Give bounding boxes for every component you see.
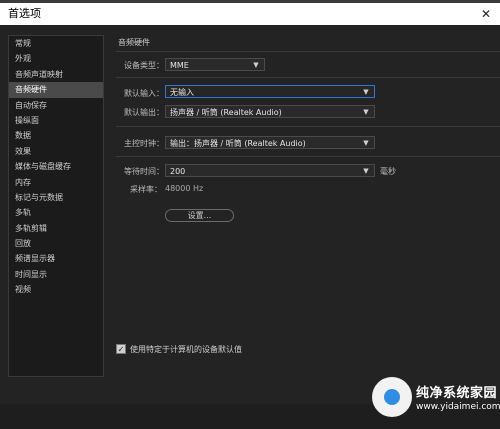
title-bar: 首选项 ✕ (0, 3, 500, 25)
sample-rate-value: 48000 Hz (165, 184, 204, 193)
sidebar-item-audio-channel-mapping[interactable]: 音频声道映射 (9, 67, 103, 82)
row-divider (116, 156, 500, 157)
sidebar-item-markers-metadata[interactable]: 标记与元数据 (9, 190, 103, 205)
watermark-logo-dot (384, 389, 400, 405)
chevron-down-icon: ▼ (253, 61, 259, 69)
use-computer-defaults-checkbox[interactable]: ✓ (116, 344, 126, 354)
sidebar-item-video[interactable]: 视频 (9, 282, 103, 297)
master-clock-select[interactable]: 输出：扬声器 / 听筒 (Realtek Audio) ▼ (165, 136, 375, 149)
sidebar-item-spectral-display[interactable]: 频谱显示器 (9, 251, 103, 266)
chevron-down-icon: ▼ (363, 88, 369, 96)
master-clock-value: 输出：扬声器 / 听筒 (Realtek Audio) (170, 139, 306, 148)
sidebar-item-effects[interactable]: 效果 (9, 144, 103, 159)
sidebar-item-appearance[interactable]: 外观 (9, 51, 103, 66)
sidebar-item-time-display[interactable]: 时间显示 (9, 267, 103, 282)
preferences-client: 常规 外观 音频声道映射 音频硬件 自动保存 操纵面 数据 效果 媒体与磁盘缓存… (0, 25, 500, 417)
sidebar-item-multitrack[interactable]: 多轨 (9, 205, 103, 220)
latency-unit: 毫秒 (380, 167, 396, 176)
section-title: 音频硬件 (118, 38, 150, 47)
settings-button[interactable]: 设置... (165, 209, 234, 222)
use-computer-defaults-label: 使用特定于计算机的设备默认值 (130, 345, 242, 354)
default-input-value: 无输入 (170, 88, 194, 97)
site-watermark: 纯净系统家园 www.yidaimei.com (364, 369, 500, 429)
sidebar-item-multitrack-clips[interactable]: 多轨剪辑 (9, 221, 103, 236)
master-clock-label: 主控时钟： (124, 139, 164, 148)
chevron-down-icon: ▼ (363, 167, 369, 175)
device-type-select[interactable]: MME ▼ (165, 58, 265, 71)
preferences-sidebar: 常规 外观 音频声道映射 音频硬件 自动保存 操纵面 数据 效果 媒体与磁盘缓存… (8, 35, 104, 377)
device-type-value: MME (170, 61, 189, 70)
chevron-down-icon: ▼ (363, 108, 369, 116)
row-divider (116, 77, 500, 78)
watermark-logo (372, 377, 412, 417)
sidebar-item-media-cache[interactable]: 媒体与磁盘缓存 (9, 159, 103, 174)
default-output-select[interactable]: 扬声器 / 听筒 (Realtek Audio) ▼ (165, 105, 375, 118)
sidebar-item-autosave[interactable]: 自动保存 (9, 98, 103, 113)
sidebar-item-audio-hardware[interactable]: 音频硬件 (9, 82, 103, 98)
sidebar-item-control-surface[interactable]: 操纵面 (9, 113, 103, 128)
sidebar-item-memory[interactable]: 内存 (9, 175, 103, 190)
watermark-brand: 纯净系统家园 (416, 386, 498, 401)
sidebar-item-general[interactable]: 常规 (9, 36, 103, 51)
close-icon[interactable]: ✕ (478, 3, 494, 25)
default-input-select[interactable]: 无输入 ▼ (165, 85, 375, 98)
device-type-label: 设备类型： (124, 61, 164, 70)
default-input-label: 默认输入： (124, 89, 164, 98)
sample-rate-label: 采样率： (130, 185, 162, 194)
window-title: 首选项 (8, 7, 41, 20)
latency-select[interactable]: 200 ▼ (165, 164, 375, 177)
latency-value: 200 (170, 167, 186, 176)
chevron-down-icon: ▼ (363, 139, 369, 147)
row-divider (116, 126, 500, 127)
default-output-label: 默认输出： (124, 108, 164, 117)
sidebar-item-data[interactable]: 数据 (9, 128, 103, 143)
audio-hardware-panel: 音频硬件 设备类型： MME ▼ 默认输入： 无输入 ▼ 默认输出： 扬声器 /… (116, 33, 500, 393)
default-output-value: 扬声器 / 听筒 (Realtek Audio) (170, 108, 282, 117)
section-divider (116, 51, 500, 52)
latency-label: 等待时间： (124, 167, 164, 176)
sidebar-item-playback[interactable]: 回放 (9, 236, 103, 251)
checkmark-icon: ✓ (117, 345, 125, 354)
